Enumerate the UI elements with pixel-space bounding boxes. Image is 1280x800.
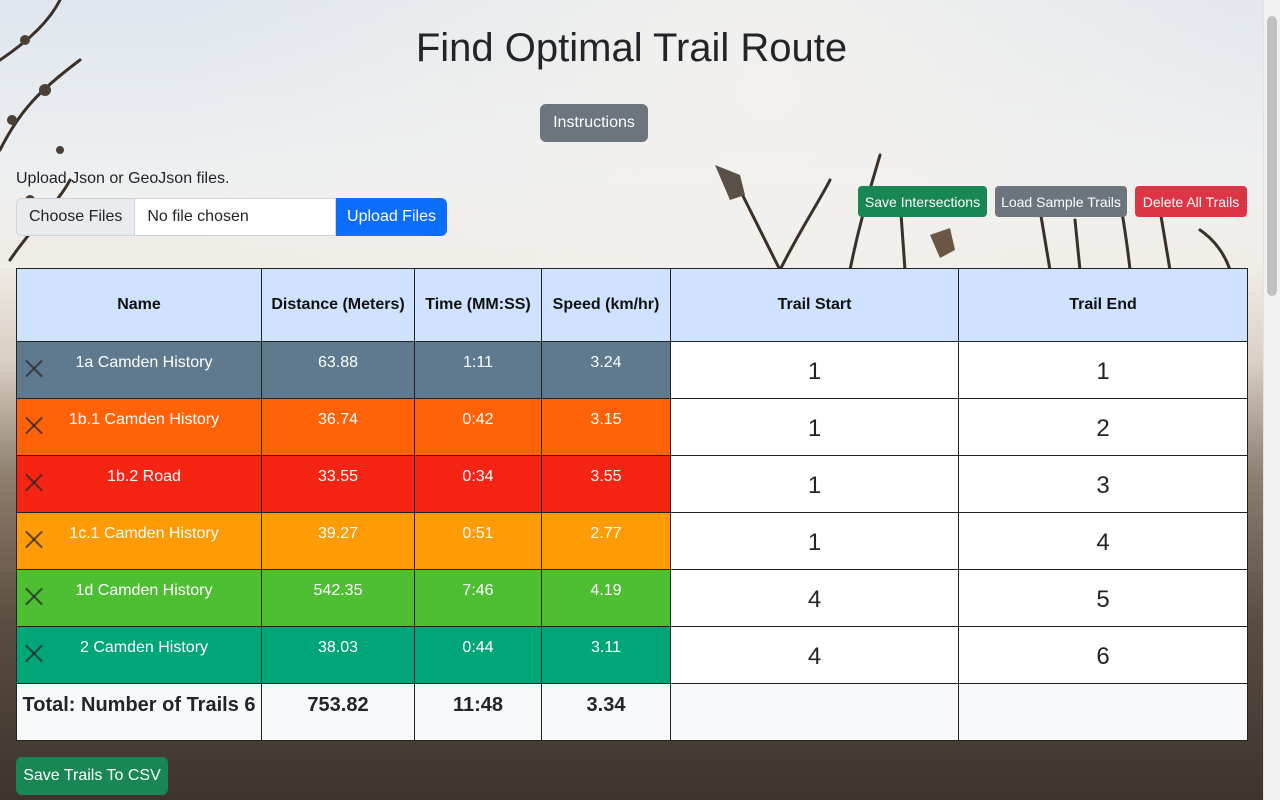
trail-row[interactable]: 2 Camden History 38.03 0:44 3.11 4 6 bbox=[16, 626, 1248, 684]
header-distance: Distance (Meters) bbox=[261, 268, 415, 342]
page-title: Find Optimal Trail Route bbox=[415, 26, 848, 70]
trail-speed: 3.55 bbox=[541, 455, 671, 513]
upload-label: Upload Json or GeoJson files. bbox=[16, 170, 230, 187]
trail-speed: 3.11 bbox=[541, 626, 671, 684]
trail-name-cell: 1b.1 Camden History bbox=[16, 398, 262, 456]
total-speed: 3.34 bbox=[541, 683, 671, 741]
trail-name-cell: 1b.2 Road bbox=[16, 455, 262, 513]
page-scrollbar[interactable] bbox=[1263, 0, 1280, 800]
header-time: Time (MM:SS) bbox=[414, 268, 542, 342]
trail-start[interactable]: 1 bbox=[670, 512, 959, 570]
trail-end[interactable]: 1 bbox=[958, 341, 1248, 399]
trail-speed: 2.77 bbox=[541, 512, 671, 570]
load-sample-trails-button[interactable]: Load Sample Trails bbox=[995, 186, 1127, 217]
header-trail-start: Trail Start bbox=[670, 268, 959, 342]
total-empty-end bbox=[958, 683, 1248, 741]
trail-end[interactable]: 4 bbox=[958, 512, 1248, 570]
trail-distance: 36.74 bbox=[261, 398, 415, 456]
trail-speed: 3.15 bbox=[541, 398, 671, 456]
trails-table: Name Distance (Meters) Time (MM:SS) Spee… bbox=[16, 268, 1248, 741]
trail-row[interactable]: 1b.1 Camden History 36.74 0:42 3.15 1 2 bbox=[16, 398, 1248, 456]
save-trails-csv-button[interactable]: Save Trails To CSV bbox=[16, 757, 168, 795]
trail-start[interactable]: 4 bbox=[670, 569, 959, 627]
total-label: Total: Number of Trails 6 bbox=[16, 683, 262, 741]
delete-trail-icon[interactable] bbox=[25, 416, 43, 434]
trail-name: 1b.2 Road bbox=[107, 468, 181, 485]
trail-end[interactable]: 3 bbox=[958, 455, 1248, 513]
scrollbar-thumb[interactable] bbox=[1267, 16, 1277, 296]
delete-trail-icon[interactable] bbox=[25, 644, 43, 662]
header-name: Name bbox=[16, 268, 262, 342]
trail-time: 0:34 bbox=[414, 455, 542, 513]
trail-name-cell: 2 Camden History bbox=[16, 626, 262, 684]
delete-trail-icon[interactable] bbox=[25, 587, 43, 605]
delete-trail-icon[interactable] bbox=[25, 473, 43, 491]
trail-time: 1:11 bbox=[414, 341, 542, 399]
trail-start[interactable]: 1 bbox=[670, 341, 959, 399]
trail-name: 1d Camden History bbox=[75, 582, 213, 599]
trail-row[interactable]: 1a Camden History 63.88 1:11 3.24 1 1 bbox=[16, 341, 1248, 399]
trail-name-cell: 1c.1 Camden History bbox=[16, 512, 262, 570]
choose-files-button[interactable]: Choose Files bbox=[17, 199, 136, 235]
trail-time: 0:44 bbox=[414, 626, 542, 684]
trail-name-cell: 1d Camden History bbox=[16, 569, 262, 627]
total-distance: 753.82 bbox=[261, 683, 415, 741]
trail-row[interactable]: 1b.2 Road 33.55 0:34 3.55 1 3 bbox=[16, 455, 1248, 513]
delete-all-trails-button[interactable]: Delete All Trails bbox=[1135, 186, 1247, 217]
trail-start[interactable]: 1 bbox=[670, 455, 959, 513]
table-header-row: Name Distance (Meters) Time (MM:SS) Spee… bbox=[16, 268, 1248, 342]
trail-time: 0:51 bbox=[414, 512, 542, 570]
trail-name: 1c.1 Camden History bbox=[69, 525, 219, 542]
trail-name: 2 Camden History bbox=[79, 639, 209, 656]
total-row: Total: Number of Trails 6 753.82 11:48 3… bbox=[16, 683, 1248, 741]
upload-files-button[interactable]: Upload Files bbox=[336, 198, 447, 236]
trail-distance: 38.03 bbox=[261, 626, 415, 684]
save-intersections-button[interactable]: Save Intersections bbox=[858, 186, 987, 217]
trail-time: 0:42 bbox=[414, 398, 542, 456]
total-empty-start bbox=[670, 683, 959, 741]
trail-name-cell: 1a Camden History bbox=[16, 341, 262, 399]
delete-trail-icon[interactable] bbox=[25, 530, 43, 548]
trail-name: 1b.1 Camden History bbox=[68, 411, 220, 428]
header-speed: Speed (km/hr) bbox=[541, 268, 671, 342]
trail-end[interactable]: 5 bbox=[958, 569, 1248, 627]
total-time: 11:48 bbox=[414, 683, 542, 741]
trail-row[interactable]: 1c.1 Camden History 39.27 0:51 2.77 1 4 bbox=[16, 512, 1248, 570]
trail-distance: 39.27 bbox=[261, 512, 415, 570]
trail-distance: 33.55 bbox=[261, 455, 415, 513]
trail-speed: 3.24 bbox=[541, 341, 671, 399]
trail-end[interactable]: 6 bbox=[958, 626, 1248, 684]
header-trail-end: Trail End bbox=[958, 268, 1248, 342]
delete-trail-icon[interactable] bbox=[25, 359, 43, 377]
trail-row[interactable]: 1d Camden History 542.35 7:46 4.19 4 5 bbox=[16, 569, 1248, 627]
trail-speed: 4.19 bbox=[541, 569, 671, 627]
file-status-text: No file chosen bbox=[147, 208, 249, 225]
trail-start[interactable]: 1 bbox=[670, 398, 959, 456]
file-input[interactable]: Choose Files No file chosen bbox=[16, 198, 336, 236]
trail-name: 1a Camden History bbox=[75, 354, 213, 371]
trail-start[interactable]: 4 bbox=[670, 626, 959, 684]
file-upload-group: Choose Files No file chosen Upload Files bbox=[16, 198, 447, 236]
trail-end[interactable]: 2 bbox=[958, 398, 1248, 456]
trail-distance: 63.88 bbox=[261, 341, 415, 399]
trail-distance: 542.35 bbox=[261, 569, 415, 627]
instructions-button[interactable]: Instructions bbox=[540, 104, 648, 142]
trail-time: 7:46 bbox=[414, 569, 542, 627]
